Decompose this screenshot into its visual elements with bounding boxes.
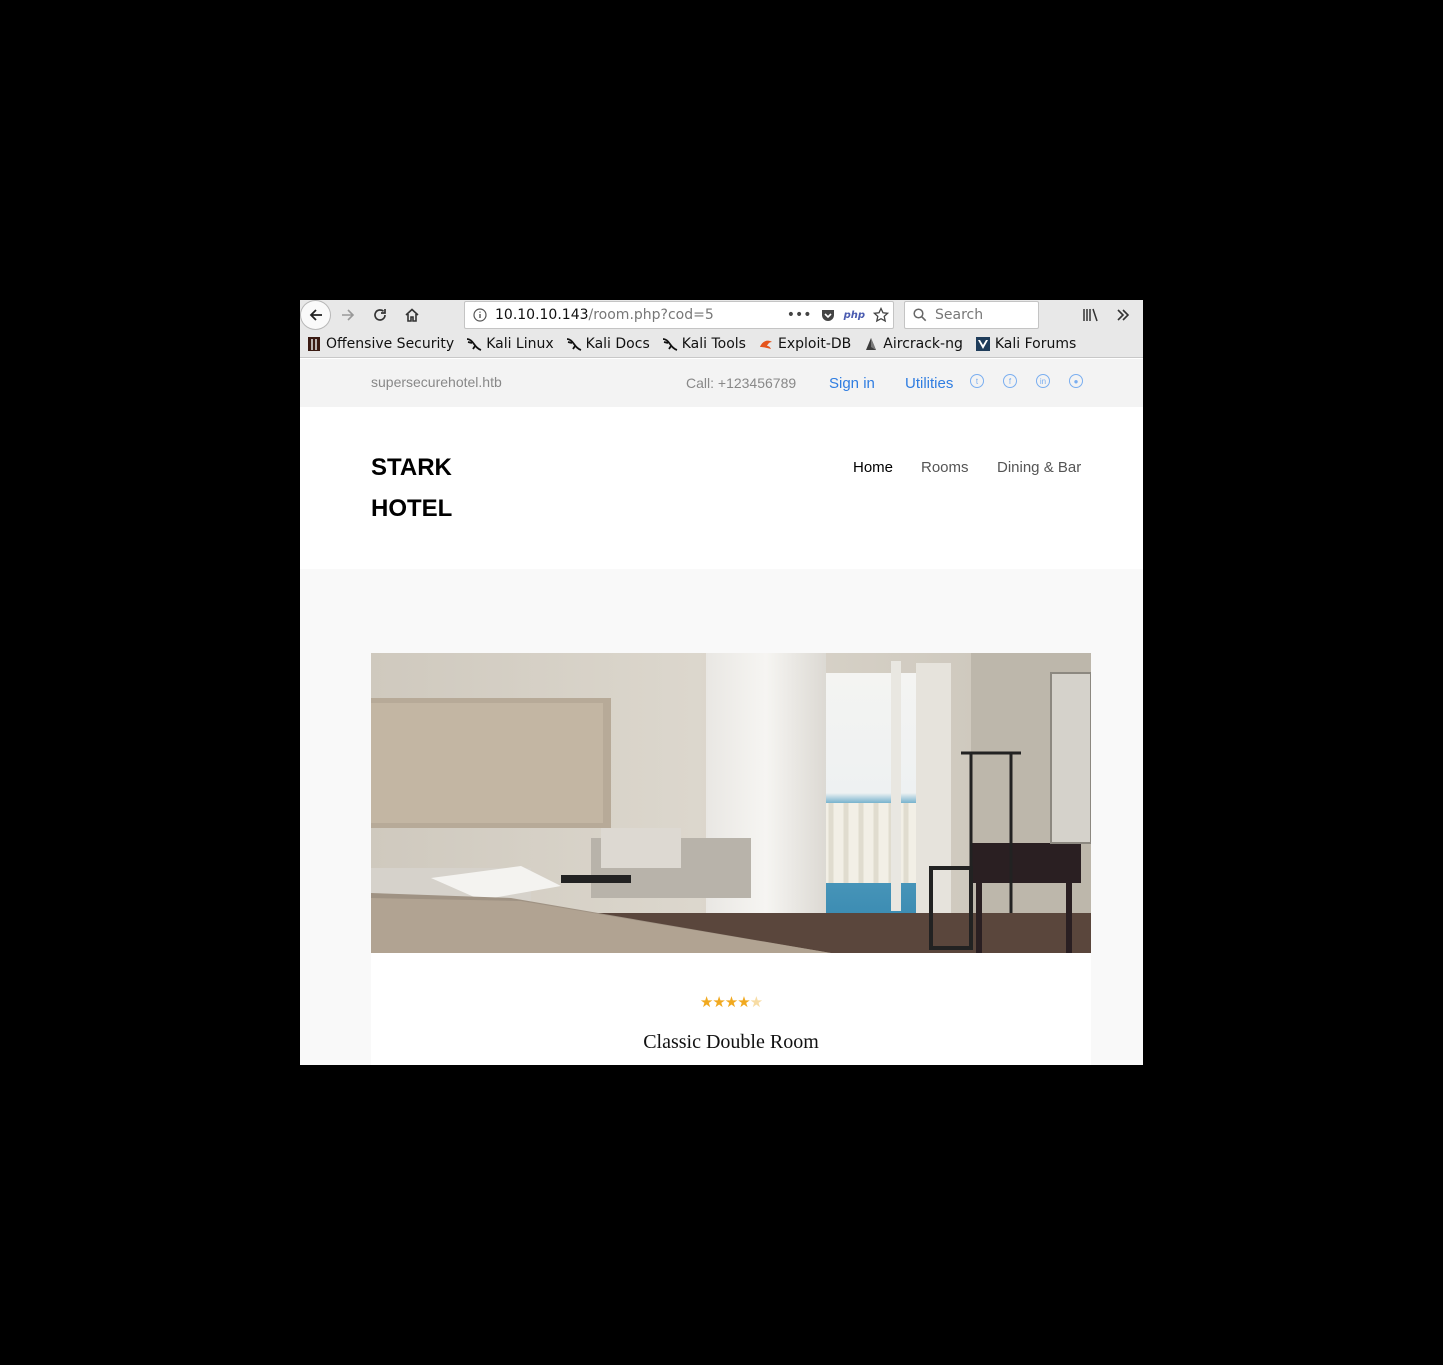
bookmark-label: Offensive Security bbox=[326, 335, 455, 352]
star-empty-icon: ★ bbox=[749, 993, 763, 1011]
bookmark-label: Exploit-DB bbox=[777, 335, 852, 352]
url-actions: ••• php bbox=[787, 302, 889, 328]
dribbble-icon[interactable]: ● bbox=[1069, 374, 1083, 388]
sign-in-link[interactable]: Sign in bbox=[829, 375, 875, 392]
reload-icon bbox=[374, 309, 386, 321]
bookmark-kali-tools[interactable]: Kali Tools bbox=[662, 336, 746, 352]
overflow-menu-button[interactable] bbox=[1108, 300, 1138, 330]
web-page: supersecurehotel.htb Call: +123456789 Si… bbox=[300, 359, 1143, 1065]
bookmark-label: Kali Linux bbox=[486, 335, 554, 352]
search-input[interactable]: Search bbox=[904, 301, 1039, 329]
bookmarks-toolbar: Offensive Security Kali Linux Kali Docs … bbox=[300, 330, 1143, 358]
info-icon[interactable] bbox=[465, 308, 495, 322]
arrow-left-icon bbox=[309, 309, 322, 321]
bookmark-kali-linux[interactable]: Kali Linux bbox=[466, 335, 554, 352]
bookmark-star-icon[interactable] bbox=[873, 307, 889, 323]
logo-line-1: STARK bbox=[371, 454, 452, 481]
kali-dragon-icon bbox=[566, 336, 582, 352]
bookmark-exploit-db[interactable]: Exploit-DB bbox=[758, 336, 851, 352]
kali-dragon-icon bbox=[662, 336, 678, 352]
site-domain: supersecurehotel.htb bbox=[371, 374, 502, 390]
url-host: 10.10.10.143 bbox=[495, 307, 589, 323]
room-card: ★★★★★ Classic Double Room bbox=[371, 653, 1091, 1065]
room-photo bbox=[371, 653, 1091, 953]
room-title: Classic Double Room bbox=[643, 1031, 819, 1053]
kali-forums-icon bbox=[975, 336, 991, 352]
nav-home[interactable]: Home bbox=[853, 459, 893, 476]
browser-window: 10.10.10.143/room.php?cod=5 ••• php Sear… bbox=[300, 300, 1143, 1065]
nav-dining-bar[interactable]: Dining & Bar bbox=[997, 459, 1081, 476]
page-actions-icon[interactable]: ••• bbox=[787, 307, 812, 323]
main-content: ★★★★★ Classic Double Room bbox=[300, 569, 1143, 1065]
search-icon bbox=[905, 308, 935, 322]
reload-button[interactable] bbox=[365, 300, 395, 330]
library-icon bbox=[1083, 308, 1098, 322]
bookmark-label: Kali Forums bbox=[994, 335, 1077, 352]
browser-toolbar: 10.10.10.143/room.php?cod=5 ••• php Sear… bbox=[300, 300, 1143, 330]
star-filled-icon: ★ bbox=[699, 993, 713, 1011]
url-text: 10.10.10.143/room.php?cod=5 bbox=[495, 307, 714, 323]
address-bar[interactable]: 10.10.10.143/room.php?cod=5 ••• php bbox=[464, 301, 894, 329]
kali-dragon-icon bbox=[466, 336, 482, 352]
star-filled-icon: ★ bbox=[737, 993, 750, 1011]
bookmark-kali-docs[interactable]: Kali Docs bbox=[566, 336, 650, 352]
chevron-double-right-icon bbox=[1117, 309, 1130, 321]
twitter-icon[interactable]: t bbox=[970, 374, 984, 388]
library-button[interactable] bbox=[1076, 300, 1106, 330]
search-placeholder: Search bbox=[935, 307, 984, 323]
nav-rooms[interactable]: Rooms bbox=[921, 459, 969, 476]
home-button[interactable] bbox=[397, 300, 427, 330]
phone-number: Call: +123456789 bbox=[686, 375, 797, 391]
site-topbar: supersecurehotel.htb Call: +123456789 Si… bbox=[300, 359, 1143, 407]
bookmark-offensive-security[interactable]: Offensive Security bbox=[306, 336, 454, 352]
bookmark-label: Aircrack-ng bbox=[883, 335, 963, 352]
bookmark-label: Kali Tools bbox=[681, 335, 746, 352]
bookmark-kali-forums[interactable]: Kali Forums bbox=[975, 336, 1076, 352]
star-filled-icon: ★ bbox=[724, 993, 738, 1011]
logo-line-2: HOTEL bbox=[371, 495, 453, 522]
utilities-link[interactable]: Utilities bbox=[905, 375, 953, 392]
arrow-right-icon bbox=[342, 309, 355, 321]
pocket-icon[interactable] bbox=[820, 307, 836, 323]
bookmark-label: Kali Docs bbox=[585, 335, 650, 352]
back-button[interactable] bbox=[300, 300, 331, 330]
home-icon bbox=[405, 308, 419, 322]
php-extension-icon[interactable]: php bbox=[844, 310, 865, 321]
star-rating: ★★★★★ bbox=[371, 993, 1091, 1011]
forward-button[interactable] bbox=[333, 300, 363, 330]
exploitdb-icon bbox=[758, 336, 774, 352]
aircrack-icon bbox=[863, 336, 879, 352]
star-filled-icon: ★ bbox=[712, 993, 725, 1011]
facebook-icon[interactable]: f bbox=[1003, 374, 1017, 388]
bookmark-aircrack-ng[interactable]: Aircrack-ng bbox=[863, 336, 963, 352]
url-path: /room.php?cod=5 bbox=[588, 307, 714, 323]
site-header: STARK HOTEL Home Rooms Dining & Bar bbox=[300, 407, 1143, 569]
offsec-icon bbox=[306, 336, 322, 352]
site-logo[interactable]: STARK HOTEL bbox=[371, 447, 491, 529]
linkedin-icon[interactable]: in bbox=[1036, 374, 1050, 388]
